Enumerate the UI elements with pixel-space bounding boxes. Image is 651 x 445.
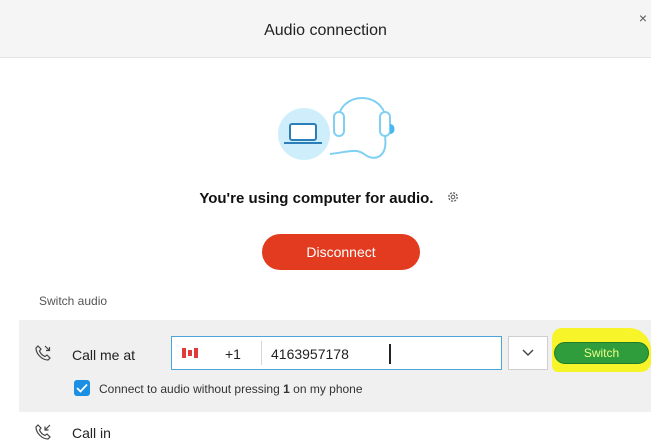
gear-icon[interactable] [446,190,460,204]
text-cursor [389,344,391,364]
disconnect-button[interactable]: Disconnect [262,234,420,270]
canada-flag-icon[interactable] [182,348,198,358]
phone-callback-icon [35,345,51,361]
switch-button[interactable]: Switch [554,342,649,364]
chevron-down-icon [522,349,534,356]
headset-laptop-illustration [278,97,395,160]
close-icon[interactable]: × [639,10,647,26]
phone-number-input[interactable] [271,345,491,363]
checkmark-icon [76,383,88,393]
auto-connect-checkbox[interactable] [74,380,90,396]
auto-connect-label[interactable]: Connect to audio without pressing 1 on m… [99,382,363,396]
phone-number-field[interactable]: +1 [171,336,502,370]
phone-incoming-icon [35,424,51,440]
switch-audio-heading: Switch audio [39,294,108,308]
call-me-label: Call me at [72,347,136,363]
field-divider [261,341,262,365]
dialog-header: Audio connection × [0,0,651,58]
audio-status: You're using computer for audio. [0,190,651,207]
phone-dropdown-button[interactable] [508,336,548,370]
country-code[interactable]: +1 [225,346,241,362]
call-me-row: Call me at +1 Switch Connect to audio wi… [19,320,651,412]
call-in-option[interactable]: Call in [19,420,651,445]
audio-status-text: You're using computer for audio. [199,190,434,207]
dialog-title: Audio connection [264,22,387,39]
call-in-label: Call in [72,425,111,441]
